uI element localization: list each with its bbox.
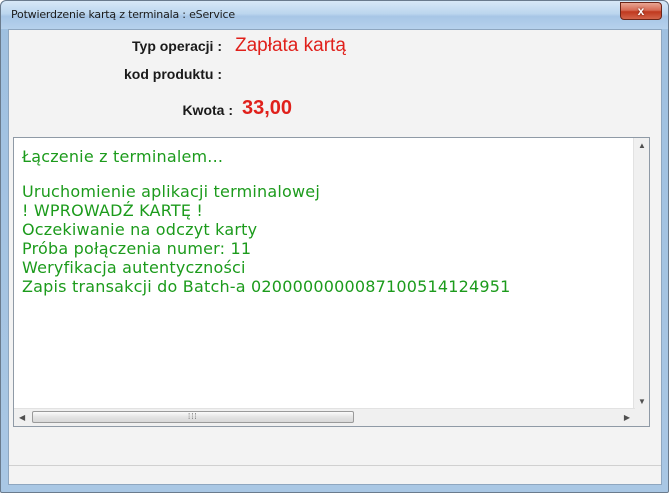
log-line: Łączenie z terminalem...: [22, 147, 224, 166]
scroll-up-arrow-icon[interactable]: ▲: [638, 141, 646, 150]
terminal-log-textarea[interactable]: Łączenie z terminalem... Uruchomienie ap…: [13, 137, 650, 427]
log-line: Zapis transakcji do Batch-a 020000000008…: [22, 277, 511, 296]
horizontal-scroll-thumb[interactable]: ⁞⁞⁞: [32, 411, 354, 423]
vertical-scrollbar[interactable]: ▲ ▼: [633, 138, 649, 409]
operation-type-label: Typ operacji :: [132, 38, 222, 54]
horizontal-scrollbar[interactable]: ◀ ⁞⁞⁞ ▶: [14, 408, 635, 426]
log-line: Uruchomienie aplikacji terminalowej: [22, 182, 320, 201]
amount-label: Kwota :: [182, 102, 233, 118]
status-divider: [9, 465, 661, 466]
dialog-window: Potwierdzenie kartą z terminala : eServi…: [0, 0, 669, 493]
log-line: Weryfikacja autentyczności: [22, 258, 246, 277]
close-button[interactable]: x: [620, 2, 662, 20]
scroll-right-arrow-icon[interactable]: ▶: [624, 413, 630, 422]
title-bar[interactable]: Potwierdzenie kartą z terminala : eServi…: [1, 1, 668, 29]
log-line: Oczekiwanie na odczyt karty: [22, 220, 258, 239]
window-title: Potwierdzenie kartą z terminala : eServi…: [11, 8, 235, 21]
product-code-label: kod produktu :: [124, 66, 222, 82]
log-line: Próba połączenia numer: 11: [22, 239, 252, 258]
scroll-left-arrow-icon[interactable]: ◀: [19, 413, 25, 422]
log-line: ! WPROWADŹ KARTĘ !: [22, 201, 204, 220]
operation-type-value: Zapłata kartą: [235, 35, 346, 56]
dialog-content: Typ operacji : Zapłata kartą kod produkt…: [8, 29, 662, 485]
scrollbar-corner: [633, 409, 649, 426]
close-icon: x: [637, 4, 645, 18]
grip-icon: ⁞⁞⁞: [188, 412, 198, 421]
amount-value: 33,00: [242, 97, 293, 119]
scroll-down-arrow-icon[interactable]: ▼: [638, 397, 646, 406]
